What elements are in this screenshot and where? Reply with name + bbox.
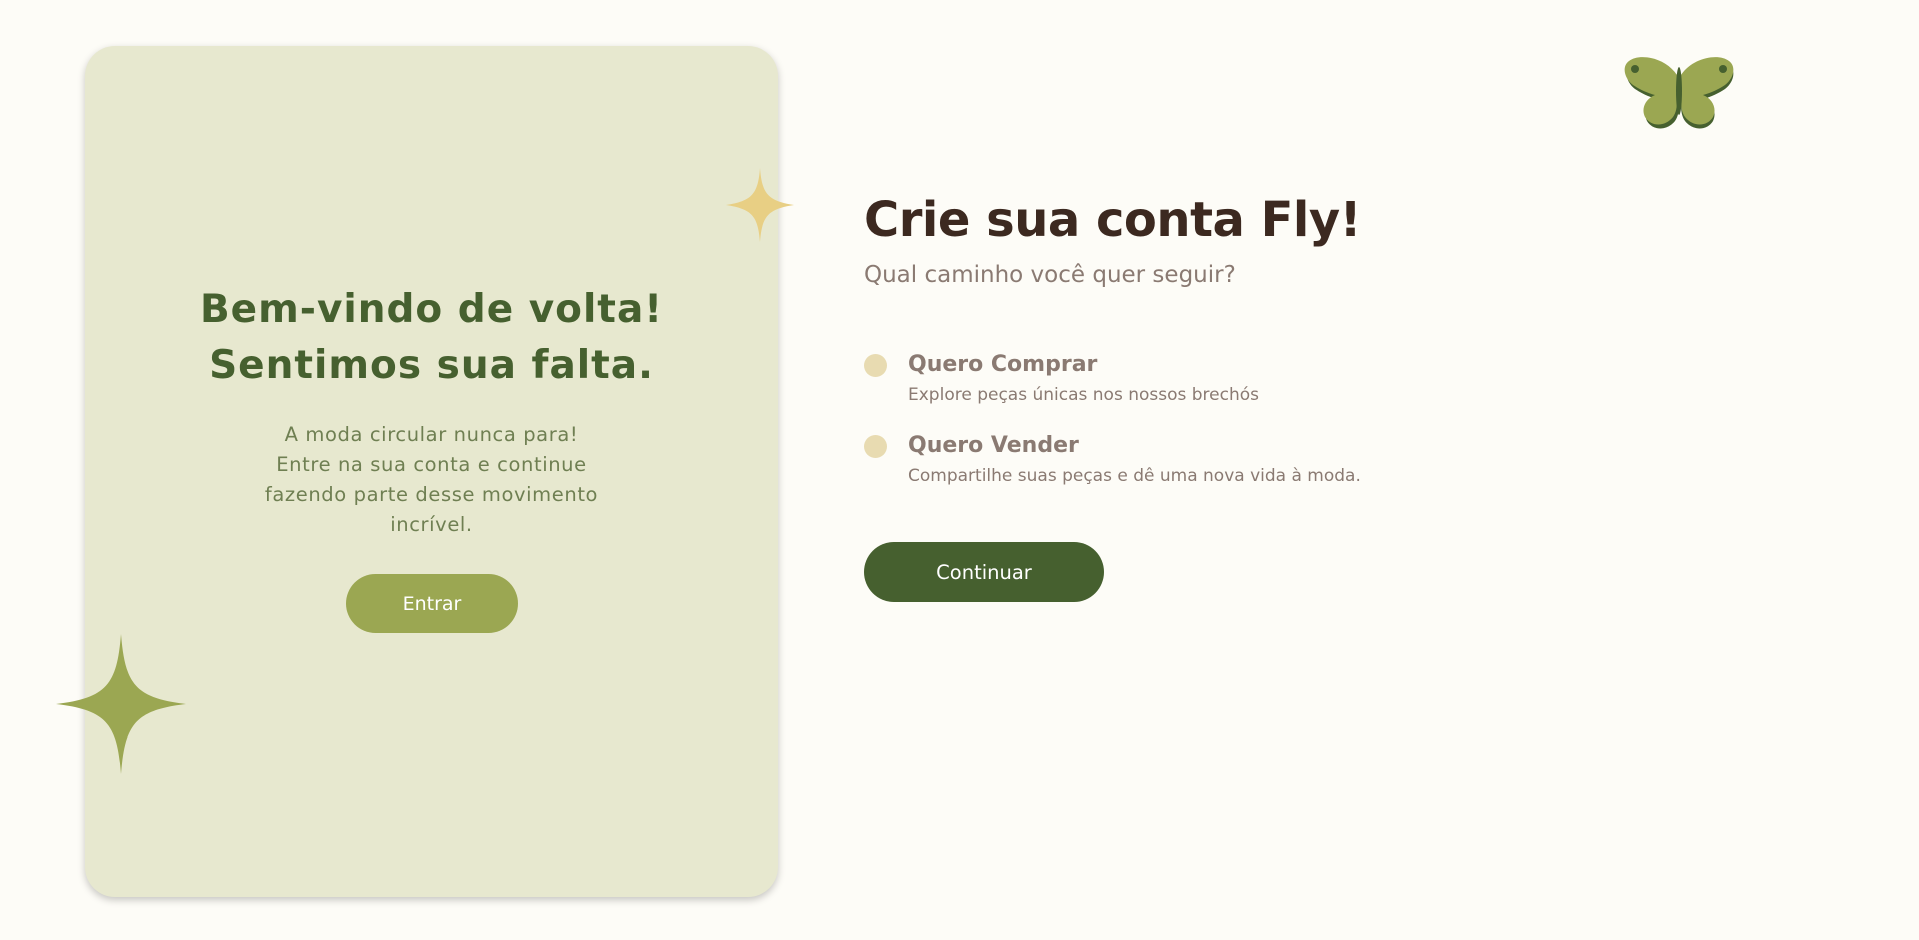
- welcome-message: A moda circular nunca para! Entre na sua…: [261, 420, 602, 540]
- option-sell[interactable]: Quero Vender Compartilhe suas peças e dê…: [864, 429, 1424, 499]
- enter-button[interactable]: Entrar: [346, 574, 518, 633]
- continue-button[interactable]: Continuar: [864, 542, 1104, 602]
- page-subtitle: Qual caminho você quer seguir?: [864, 262, 1236, 288]
- option-buy-description: Explore peças únicas nos nossos brechós: [908, 385, 1259, 405]
- sparkle-icon: [726, 168, 794, 242]
- welcome-heading-line2: Sentimos sua falta.: [209, 343, 654, 388]
- welcome-card: Bem-vindo de volta! Sentimos sua falta. …: [85, 46, 778, 897]
- page-title: Crie sua conta Fly!: [864, 192, 1362, 248]
- butterfly-icon: [1624, 57, 1734, 129]
- option-buy[interactable]: Quero Comprar Explore peças únicas nos n…: [864, 348, 1424, 418]
- welcome-message-line1: A moda circular nunca para!: [284, 423, 579, 446]
- sparkle-icon: [56, 634, 186, 774]
- radio-sell[interactable]: [864, 435, 887, 458]
- welcome-message-line3: fazendo parte desse movimento: [264, 483, 599, 506]
- option-sell-title: Quero Vender: [908, 433, 1079, 458]
- signup-page: Bem-vindo de volta! Sentimos sua falta. …: [0, 0, 1919, 940]
- option-sell-description: Compartilhe suas peças e dê uma nova vid…: [908, 466, 1361, 486]
- welcome-message-line4: incrível.: [390, 513, 473, 536]
- welcome-heading-line1: Bem-vindo de volta!: [199, 287, 664, 332]
- radio-buy[interactable]: [864, 354, 887, 377]
- option-buy-title: Quero Comprar: [908, 352, 1098, 377]
- welcome-heading: Bem-vindo de volta! Sentimos sua falta.: [85, 282, 778, 394]
- welcome-message-line2: Entre na sua conta e continue: [276, 453, 587, 476]
